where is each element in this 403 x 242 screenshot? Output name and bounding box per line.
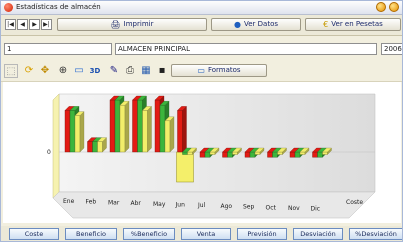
highlight-pillar <box>176 151 194 183</box>
bar-ene-s3 <box>74 111 85 153</box>
formats-icon: ▭ <box>197 66 205 75</box>
tab-0[interactable]: Coste <box>9 228 59 240</box>
tab-5[interactable]: Desviación <box>293 228 343 240</box>
move-icon[interactable]: ✥ <box>38 64 52 78</box>
first-record-icon[interactable]: |◀ <box>5 19 16 30</box>
tab-3[interactable]: Venta <box>181 228 231 240</box>
view-data-label: Ver Datos <box>243 20 278 28</box>
formats-button[interactable]: ▭ Formatos <box>171 64 267 77</box>
printer-icon: 🖨 <box>110 20 121 29</box>
print-chart-icon[interactable]: ⎙ <box>123 64 137 78</box>
tab-2[interactable]: %Beneficio <box>123 228 175 240</box>
x-tick-label: Jun <box>175 202 186 209</box>
last-record-icon[interactable]: ▶| <box>41 19 52 30</box>
chart-toolbar: ⬚ ⟳ ✥ ⊕ ▭ 3D ✎ ⎙ ▦ ▪ ▭ Formatos <box>1 61 402 82</box>
previous-record-icon[interactable]: ◀ <box>17 19 28 30</box>
close-button[interactable] <box>389 2 399 12</box>
bar-jun-s1 <box>177 106 187 153</box>
main-toolbar: |◀ ◀ ▶ ▶| 🖨 Imprimir ● Ver Datos € Ver en P… <box>1 15 402 36</box>
x-tick-label: Abr <box>131 200 142 207</box>
x-tick-label: Dic <box>311 206 321 213</box>
x-tick-label: Sep <box>243 204 255 211</box>
chart-area: Ene Feb Mar Abr May Jun Jul Ago Sep Oct Nov Dic 0 Cos… <box>3 82 401 223</box>
window-title: Estadísticas de almacén <box>16 3 101 11</box>
x-tick-label: Ene <box>63 198 75 205</box>
next-record-icon[interactable]: ▶ <box>29 19 40 30</box>
y-tick-label: 0 <box>47 149 51 156</box>
save-icon[interactable]: ▪ <box>155 64 169 78</box>
x-tick-label: Ago <box>221 203 233 210</box>
z-axis-label: Coste <box>346 199 363 206</box>
code-field[interactable]: 1 <box>4 43 112 55</box>
formats-label: Formatos <box>207 66 241 74</box>
print-button[interactable]: 🖨 Imprimir <box>57 18 207 31</box>
x-tick-label: Nov <box>288 205 300 212</box>
warehouse-name-field[interactable]: ALMACEN PRINCIPAL <box>115 43 377 55</box>
x-tick-label: Feb <box>86 199 97 206</box>
bar-abr-s3 <box>142 106 152 153</box>
view-pesetas-button[interactable]: € Ver en Pesetas <box>305 18 401 31</box>
tab-4[interactable]: Previsión <box>237 228 287 240</box>
edit-chart-icon[interactable]: ✎ <box>107 64 121 78</box>
minimize-button[interactable] <box>376 2 386 12</box>
view-pesetas-label: Ver en Pesetas <box>331 20 383 28</box>
3d-icon[interactable]: 3D <box>88 64 102 78</box>
statistics-window: Estadísticas de almacén |◀ ◀ ▶ ▶| 🖨 Impri… <box>0 0 403 242</box>
tab-1[interactable]: Beneficio <box>65 228 117 240</box>
page-icon[interactable]: ▭ <box>72 64 86 78</box>
year-field[interactable]: 2006 <box>381 43 402 55</box>
bar-mar-s3 <box>119 100 130 153</box>
x-tick-label: Mar <box>108 199 120 206</box>
title-bar: Estadísticas de almacén <box>1 1 402 15</box>
rotate-icon[interactable]: ⟳ <box>22 64 36 78</box>
globe-icon: ● <box>234 20 241 29</box>
export-icon[interactable]: ▦ <box>139 64 153 78</box>
tab-6[interactable]: %Desviación <box>349 228 402 240</box>
print-label: Imprimir <box>123 20 154 28</box>
coin-icon: € <box>323 20 329 29</box>
record-row: 1 ALMACEN PRINCIPAL 2006 <box>1 43 402 57</box>
bar-may-s3 <box>164 116 175 153</box>
select-icon[interactable]: ⬚ <box>4 64 18 78</box>
x-tick-label: Oct <box>266 204 277 211</box>
app-icon <box>4 3 13 12</box>
metric-tabs: Coste Beneficio %Beneficio Venta Previsión De… <box>1 226 402 241</box>
x-tick-label: May <box>153 201 166 208</box>
x-tick-label: Jul <box>197 202 206 209</box>
zoom-icon[interactable]: ⊕ <box>56 64 70 78</box>
view-data-button[interactable]: ● Ver Datos <box>211 18 301 31</box>
bar-chart: Ene Feb Mar Abr May Jun Jul Ago Sep Oct Nov Dic 0 Cos… <box>47 93 376 219</box>
